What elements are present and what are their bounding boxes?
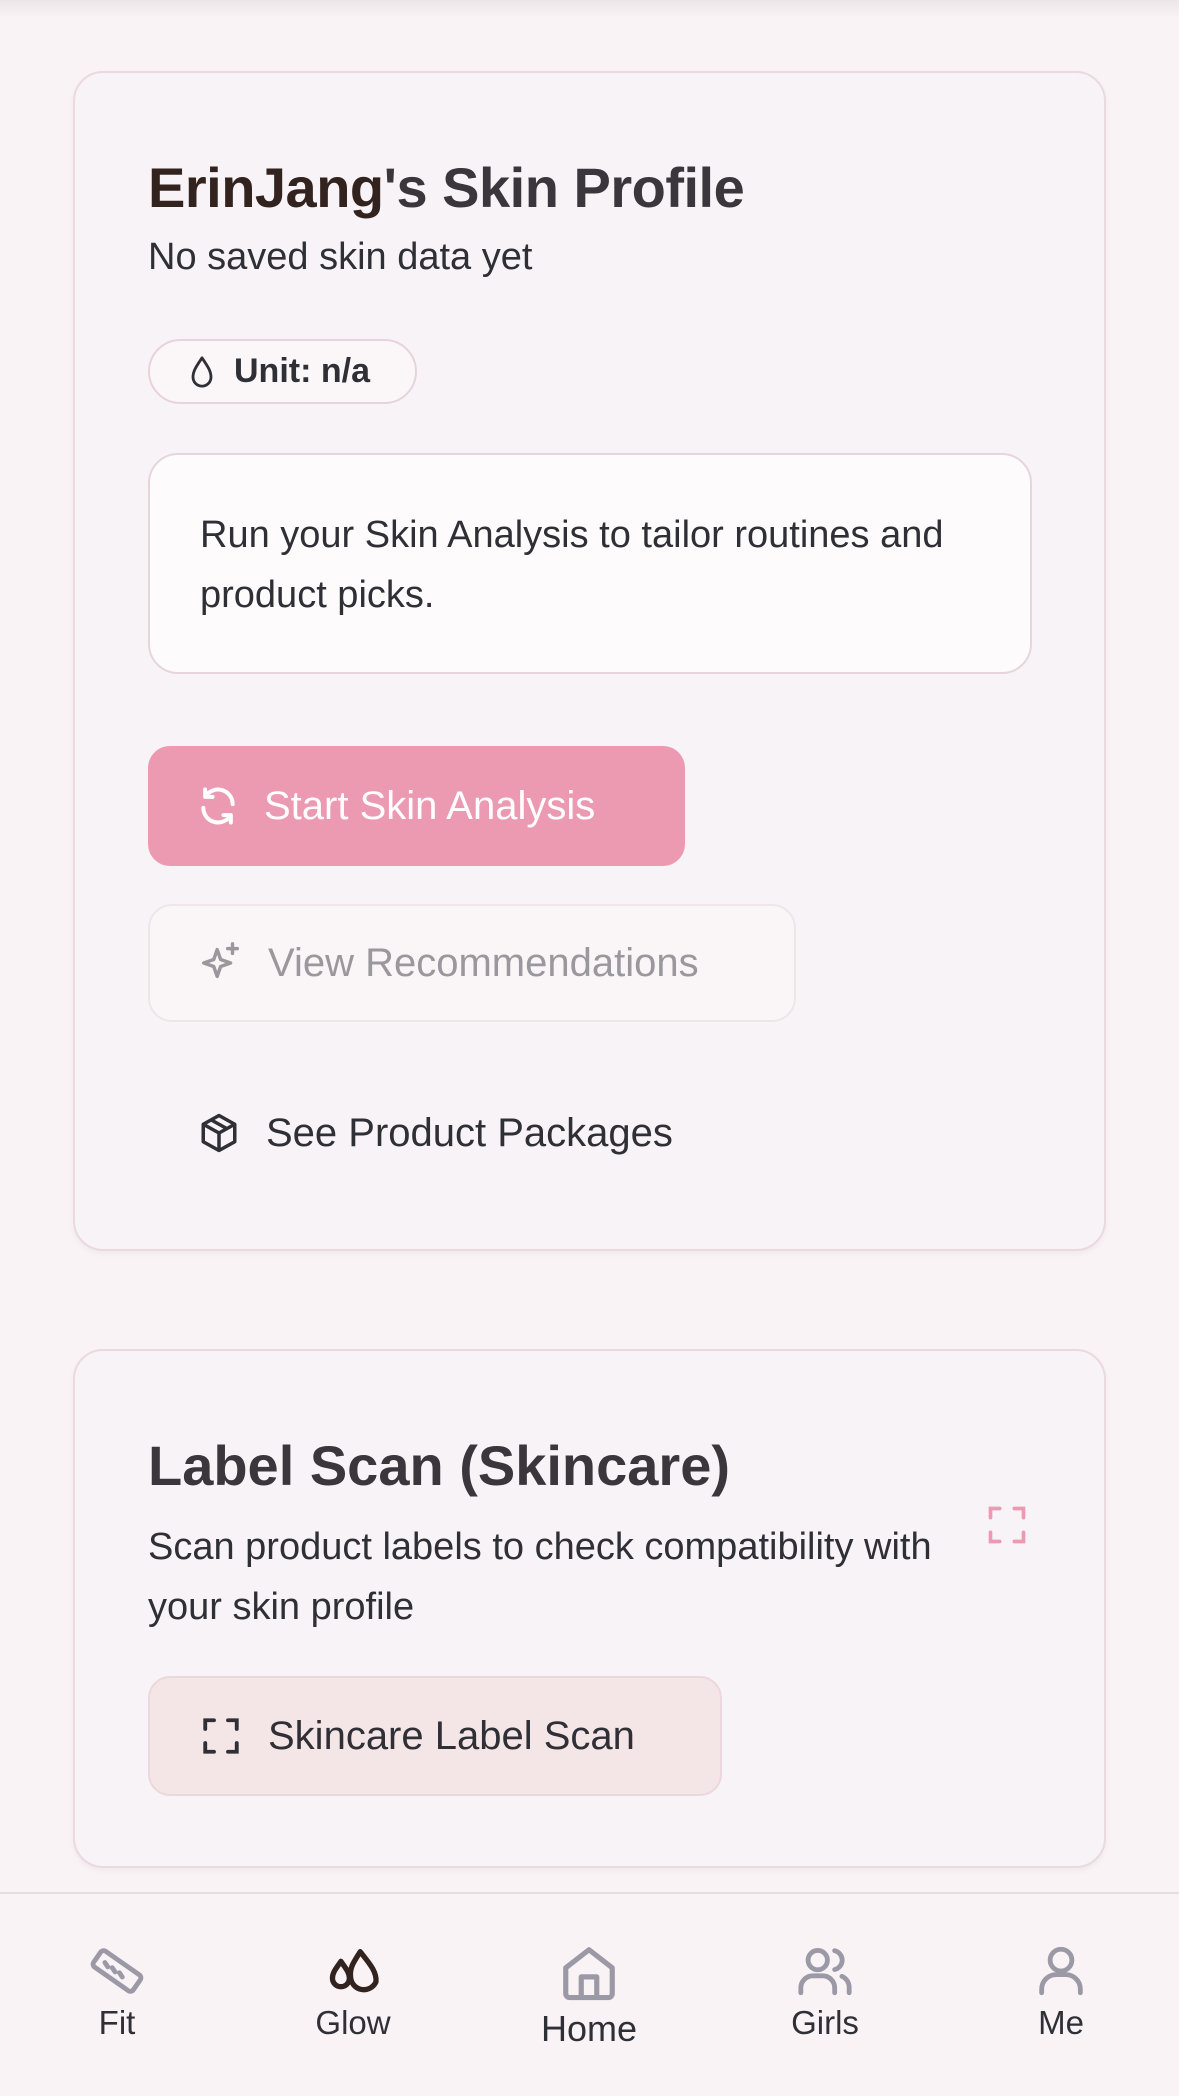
nav-item-glow[interactable]: Glow [273, 1894, 433, 2096]
droplet-icon [191, 355, 213, 388]
top-shadow [0, 0, 1179, 18]
package-icon [201, 1113, 237, 1153]
users-icon [798, 1948, 852, 1996]
label-scan-description: Scan product labels to check compatibili… [148, 1526, 932, 1628]
scan-icon [203, 1718, 239, 1754]
nav-label-glow: Glow [315, 2004, 391, 2041]
unit-badge: Unit: n/a [148, 339, 417, 404]
sparkles-icon [202, 942, 240, 979]
see-product-packages-link[interactable]: See Product Packages [148, 1093, 673, 1173]
view-recommendations-button[interactable]: View Recommendations [148, 904, 796, 1022]
nav-item-fit[interactable]: Fit [37, 1894, 197, 2096]
user-icon [1039, 1946, 1083, 1996]
start-skin-analysis-label: Start Skin Analysis [264, 783, 596, 828]
skin-profile-card: ErinJang's Skin Profile No saved skin da… [73, 71, 1106, 1251]
analysis-info-text: Run your Skin Analysis to tailor routine… [200, 514, 944, 616]
nav-item-me[interactable]: Me [981, 1894, 1141, 2096]
ruler-icon [90, 1948, 144, 1994]
label-scan-card: Label Scan (Skincare) Scan product label… [73, 1349, 1106, 1868]
profile-username: ErinJang [148, 156, 384, 219]
skincare-label-scan-button[interactable]: Skincare Label Scan [148, 1676, 722, 1796]
home-icon [563, 1947, 615, 2001]
page-title: ErinJang's Skin Profile [148, 155, 745, 220]
unit-label: Unit: n/a [234, 352, 370, 390]
analysis-info-box: Run your Skin Analysis to tailor routine… [148, 453, 1032, 674]
nav-label-me: Me [1038, 2004, 1084, 2041]
nav-label-home: Home [540, 2008, 638, 2049]
see-product-packages-label: See Product Packages [266, 1110, 673, 1155]
nav-label-girls: Girls [791, 2004, 859, 2041]
label-scan-title: Label Scan (Skincare) [148, 1434, 731, 1497]
nav-label-fit: Fit [98, 2004, 136, 2041]
bottom-nav: Fit Glow Home Girls Me [0, 1892, 1179, 2096]
nav-item-home[interactable]: Home [509, 1894, 669, 2096]
refresh-icon [201, 787, 235, 825]
nav-item-girls[interactable]: Girls [745, 1894, 905, 2096]
scan-frame-icon [988, 1506, 1026, 1544]
profile-subtitle: No saved skin data yet [148, 236, 533, 278]
profile-title-suffix: 's Skin Profile [383, 156, 745, 219]
view-recommendations-label: View Recommendations [268, 940, 699, 985]
start-skin-analysis-button[interactable]: Start Skin Analysis [148, 746, 685, 866]
droplets-icon [329, 1949, 379, 1993]
skincare-label-scan-label: Skincare Label Scan [268, 1713, 635, 1758]
